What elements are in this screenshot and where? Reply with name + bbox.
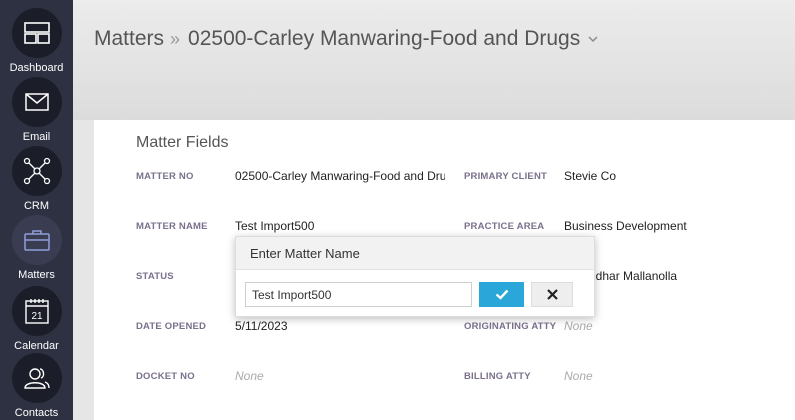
field-value-primary-client[interactable]: Stevie Co: [564, 169, 616, 183]
matter-name-editor-popup: Enter Matter Name: [235, 236, 595, 317]
field-value-billing-atty[interactable]: None: [564, 369, 593, 383]
breadcrumb-separator: »: [170, 28, 181, 49]
nav-label-contacts: Contacts: [14, 407, 59, 419]
matter-name-input[interactable]: [245, 282, 472, 307]
field-value-date-opened[interactable]: 5/11/2023: [235, 319, 288, 333]
cancel-button[interactable]: [531, 282, 573, 307]
calendar-icon: 21: [24, 299, 49, 324]
field-value-matter-no[interactable]: 02500-Carley Manwaring-Food and Drugs: [235, 169, 445, 183]
calendar-icon-wrap: 21: [11, 286, 62, 336]
chevron-down-icon[interactable]: [588, 36, 598, 42]
email-icon-wrap: [11, 77, 62, 127]
sidebar: Dashboard Email CRM Matters 21 Calendar …: [0, 0, 73, 420]
field-value-practice-area[interactable]: Business Development: [564, 219, 687, 233]
nav-label-calendar: Calendar: [14, 340, 59, 352]
crm-icon-wrap: [11, 146, 62, 196]
nav-email[interactable]: Email: [0, 77, 73, 144]
email-icon: [24, 93, 49, 111]
nav-label-dashboard: Dashboard: [9, 62, 64, 74]
field-label-matter-no: MATTER NO: [136, 171, 194, 182]
briefcase-icon: [23, 230, 50, 251]
briefcase-icon-wrap: [11, 215, 62, 265]
field-label-docket-no: DOCKET NO: [136, 371, 195, 382]
close-icon: [546, 289, 558, 300]
crm-icon: [23, 157, 50, 185]
field-label-practice-area: PRACTICE AREA: [464, 221, 545, 232]
popup-title: Enter Matter Name: [236, 237, 594, 270]
calendar-day: 21: [31, 311, 43, 322]
field-label-matter-name: MATTER NAME: [136, 221, 208, 232]
breadcrumb-matters-link[interactable]: Matters: [94, 27, 164, 51]
contacts-icon: [23, 368, 50, 389]
breadcrumb-current: 02500-Carley Manwaring-Food and Drugs: [188, 27, 581, 50]
nav-contacts[interactable]: Contacts: [0, 353, 73, 420]
nav-matters[interactable]: Matters: [0, 215, 73, 282]
nav-calendar[interactable]: 21 Calendar: [0, 286, 73, 353]
nav-label-matters: Matters: [18, 269, 55, 281]
field-value-originating-atty[interactable]: None: [564, 319, 593, 333]
field-value-matter-name[interactable]: Test Import500: [235, 219, 314, 233]
nav-label-email: Email: [22, 131, 51, 143]
dashboard-icon: [23, 22, 50, 44]
card-title: Matter Fields: [136, 134, 229, 151]
contacts-icon-wrap: [11, 353, 62, 403]
field-label-originating-atty: ORIGINATING ATTY: [464, 321, 557, 332]
page-header: Matters » 02500-Carley Manwaring-Food an…: [73, 0, 795, 120]
field-label-primary-client: PRIMARY CLIENT: [464, 171, 548, 182]
field-value-docket-no[interactable]: None: [235, 369, 264, 383]
field-label-billing-atty: BILLING ATTY: [464, 371, 531, 382]
nav-crm[interactable]: CRM: [0, 146, 73, 213]
field-value-responsible-atty[interactable]: idhar Mallanolla: [593, 269, 677, 283]
field-label-date-opened: DATE OPENED: [136, 321, 207, 332]
confirm-button[interactable]: [479, 282, 524, 307]
field-label-status: STATUS: [136, 271, 174, 282]
breadcrumb: Matters » 02500-Carley Manwaring-Food an…: [94, 27, 598, 51]
nav-label-crm: CRM: [23, 200, 50, 212]
checkmark-icon: [495, 289, 508, 300]
nav-dashboard[interactable]: Dashboard: [0, 8, 73, 75]
dashboard-icon-wrap: [11, 8, 62, 58]
